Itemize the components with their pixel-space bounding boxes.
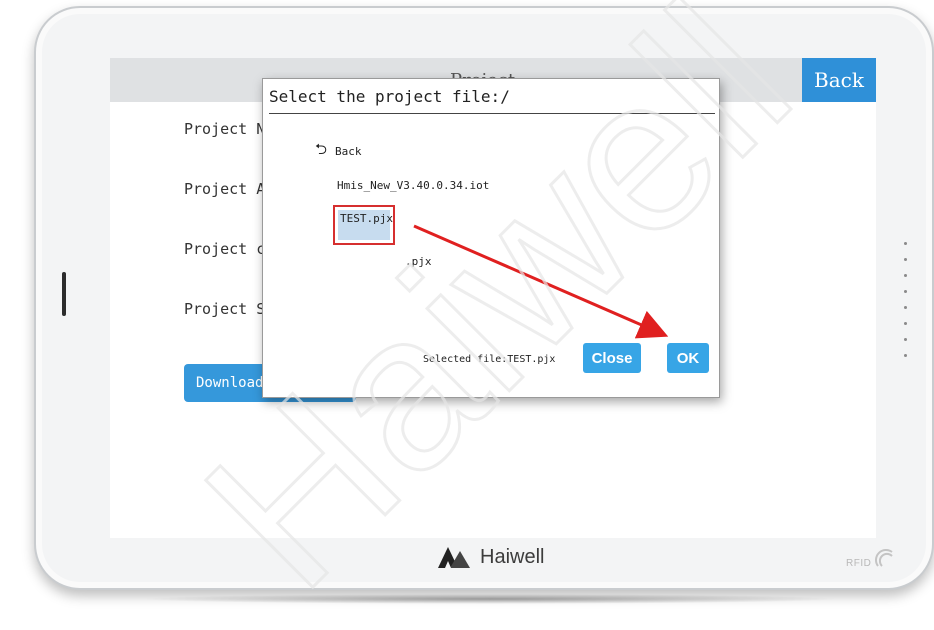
parent-folder-label: Back [335, 145, 362, 158]
project-s-label: Project S [184, 300, 266, 318]
rfid-waves-icon [875, 549, 893, 567]
haiwell-logo-icon [438, 547, 470, 568]
side-button [62, 272, 66, 316]
file-item-test-selected[interactable]: TEST.pjx [333, 205, 395, 245]
dialog-divider [269, 113, 715, 114]
dialog-title: Select the project file:/ [269, 87, 510, 106]
rfid-label: RFID [846, 558, 872, 569]
brand-logo: Haiwell [436, 544, 544, 570]
selected-file-label: Selected file:TEST.pjx [423, 354, 556, 365]
brand-name: Haiwell [480, 545, 545, 568]
back-button[interactable]: Back [802, 58, 876, 102]
file-item-hmis[interactable]: Hmis_New_V3.40.0.34.iot [337, 179, 489, 192]
speaker-dots [904, 242, 908, 370]
file-item-test-label: TEST.pjx [338, 210, 393, 240]
file-item-pjx[interactable]: .pjx [405, 255, 432, 268]
project-name-label: Project N [184, 120, 266, 138]
device-shadow [140, 594, 840, 604]
parent-folder-item[interactable]: ⮌ Back [315, 139, 362, 164]
select-file-dialog: Select the project file:/ ⮌ Back Hmis_Ne… [262, 78, 720, 398]
project-c-label: Project c [184, 240, 266, 258]
return-arrow-icon: ⮌ [315, 140, 328, 158]
close-button[interactable]: Close [583, 343, 641, 373]
ok-button[interactable]: OK [667, 343, 709, 373]
project-author-label: Project A [184, 180, 266, 198]
